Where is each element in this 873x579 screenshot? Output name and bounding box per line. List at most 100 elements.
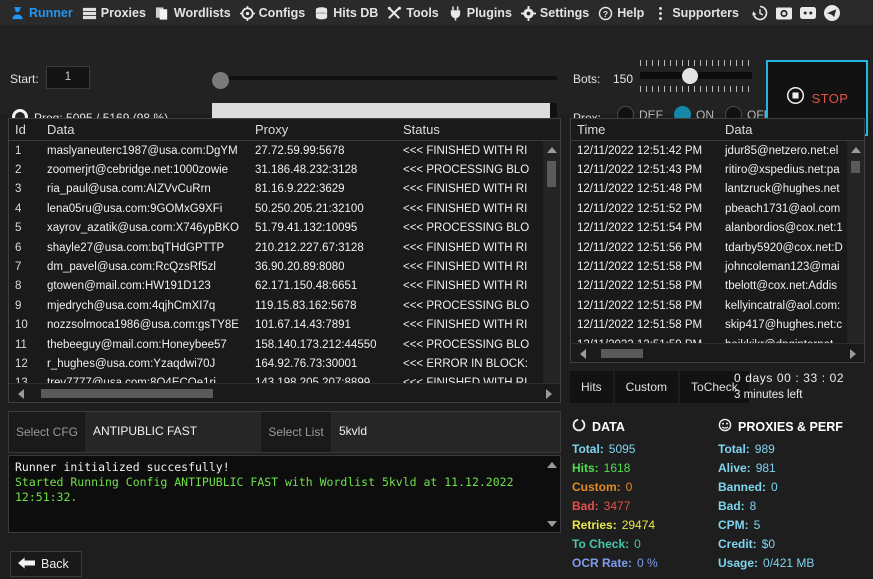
table-row[interactable]: 12/11/2022 12:51:58 PM johncoleman123@mai [571, 257, 864, 276]
table-row[interactable]: 12/11/2022 12:51:43 PM ritiro@xspedius.ne… [571, 160, 864, 179]
telegram-icon[interactable] [822, 4, 841, 23]
menu-item-runner[interactable]: Runner [8, 0, 80, 27]
cell-status: <<< FINISHED WITH RI [403, 241, 528, 254]
menu-item-settings[interactable]: Settings [519, 0, 596, 27]
log-vscrollbar[interactable] [543, 456, 560, 532]
left-table-hscrollbar[interactable] [9, 383, 560, 402]
scroll-right-icon[interactable] [539, 384, 558, 403]
table-row[interactable]: 12/11/2022 12:51:48 PM lantzruck@hughes.n… [571, 180, 864, 199]
log-console[interactable]: Runner initialized succesfully! Started … [8, 455, 561, 533]
cell-data: tbelott@cox.net:Addis [725, 280, 838, 293]
cell-proxy: 27.72.59.99:5678 [255, 144, 345, 157]
right-hscroll-thumb[interactable] [601, 349, 643, 358]
stat-value: 981 [755, 461, 776, 475]
stat-key: Custom: [572, 480, 621, 494]
menu-label-runner: Runner [29, 5, 73, 20]
stat-key: Retries: [572, 518, 617, 532]
discord-icon[interactable] [798, 4, 817, 23]
menu-item-proxies[interactable]: Proxies [80, 0, 153, 27]
cell-status: <<< PROCESSING BLO [403, 164, 530, 177]
stat-key: CPM: [718, 518, 749, 532]
table-row[interactable]: 9 mjedrych@usa.com:4qjhCmXI7q 119.15.83.16… [9, 296, 560, 315]
tab-custom[interactable]: Custom [614, 371, 679, 403]
menu-item-plugins[interactable]: Plugins [446, 0, 519, 27]
menu-item-tools[interactable]: Tools [385, 0, 445, 27]
table-row[interactable]: 8 gtowen@mail.com:HW191D123 62.171.150.48:… [9, 277, 560, 296]
scroll-up-icon[interactable] [543, 456, 560, 473]
cell-status: <<< FINISHED WITH RI [403, 261, 528, 274]
configs-icon [239, 5, 255, 21]
table-row[interactable]: 5 xayrov_azatik@usa.com:X746ypBKO 51.79.41… [9, 219, 560, 238]
table-row[interactable]: 12/11/2022 12:51:42 PM jdur85@netzero.net… [571, 141, 864, 160]
menu-item-help[interactable]: ? Help [596, 0, 651, 27]
cell-data: lantzruck@hughes.net [725, 183, 840, 196]
bots-slider-knob[interactable] [682, 68, 698, 84]
table-row[interactable]: 7 dm_pavel@usa.com:RcQzsRf5zl 36.90.20.89:… [9, 257, 560, 276]
table-row[interactable]: 2 zoomerjrt@cebridge.net:1000zowie 31.186.… [9, 160, 560, 179]
right-table-hscrollbar[interactable] [571, 343, 864, 362]
right-vscroll-thumb[interactable] [851, 161, 860, 173]
left-table-vscrollbar[interactable] [543, 141, 560, 402]
column-header-data[interactable]: Data [41, 122, 249, 137]
right-table-body[interactable]: 12/11/2022 12:51:42 PM jdur85@netzero.net… [571, 141, 864, 362]
cell-id: 4 [15, 202, 22, 215]
table-row[interactable]: 1 maslyaneuterc1987@usa.com:DgYM 27.72.59.… [9, 141, 560, 160]
cell-status: <<< FINISHED WITH RI [403, 183, 528, 196]
stat-row: CPM: 5 [718, 518, 868, 532]
scroll-up-icon[interactable] [543, 141, 560, 158]
scroll-up-icon[interactable] [847, 141, 864, 158]
table-row[interactable]: 4 lena05ru@usa.com:9GOMxG9XFi 50.250.205.2… [9, 199, 560, 218]
menu-item-configs[interactable]: Configs [238, 0, 313, 27]
scroll-right-icon[interactable] [843, 344, 862, 363]
cell-data: shayle27@usa.com:bqTHdGPTTP [47, 241, 225, 254]
column-header-hit-data[interactable]: Data [719, 122, 849, 137]
back-button[interactable]: Back [10, 551, 82, 577]
cell-id: 11 [15, 338, 27, 351]
table-row[interactable]: 12/11/2022 12:51:54 PM alanbordios@cox.ne… [571, 219, 864, 238]
cell-data: ria_paul@usa.com:AIZVvCuRrn [47, 183, 211, 196]
column-header-status[interactable]: Status [397, 122, 547, 137]
select-list-button[interactable]: Select List [261, 412, 331, 452]
menu-item-supporters[interactable]: Supporters [651, 0, 746, 27]
table-row[interactable]: 12/11/2022 12:51:58 PM kellyincatral@aol.… [571, 296, 864, 315]
table-row[interactable]: 12/11/2022 12:51:58 PM skip417@hughes.net… [571, 316, 864, 335]
scroll-down-icon[interactable] [543, 515, 560, 532]
table-row[interactable]: 12/11/2022 12:51:58 PM tbelott@cox.net:Ad… [571, 277, 864, 296]
bots-slider[interactable] [640, 60, 752, 92]
camera-icon[interactable] [774, 4, 793, 23]
table-row[interactable]: 3 ria_paul@usa.com:AIZVvCuRrn 81.16.9.222:… [9, 180, 560, 199]
table-row[interactable]: 12/11/2022 12:51:56 PM tdarby5920@cox.net… [571, 238, 864, 257]
menu-item-wordlists[interactable]: Wordlists [153, 0, 238, 27]
start-slider[interactable] [212, 72, 557, 89]
table-row[interactable]: 10 nozzsolmoca1986@usa.com:gsTY8E 101.67.1… [9, 316, 560, 335]
scroll-left-icon[interactable] [573, 344, 592, 363]
column-header-time[interactable]: Time [571, 122, 719, 137]
column-header-id[interactable]: Id [9, 122, 41, 137]
stat-row: Alive: 981 [718, 461, 868, 475]
cell-data: jdur85@netzero.net:el [725, 144, 839, 157]
table-row[interactable]: 11 thebeeguy@mail.com:Honeybee57 158.140.1… [9, 335, 560, 354]
right-table-vscrollbar[interactable] [847, 141, 864, 362]
log-line: Started Running Config ANTIPUBLIC FAST w… [15, 475, 521, 504]
runner-icon [10, 6, 25, 21]
plugin-icon [448, 5, 463, 21]
menu-item-hits-db[interactable]: Hits DB [312, 0, 385, 27]
table-row[interactable]: 12 r_hughes@usa.com:Yzaqdwi70J 164.92.76.7… [9, 354, 560, 373]
cell-status: <<< FINISHED WITH RI [403, 319, 528, 332]
cell-data: gtowen@mail.com:HW191D123 [47, 280, 211, 293]
column-header-proxy[interactable]: Proxy [249, 122, 397, 137]
cell-status: <<< FINISHED WITH RI [403, 144, 528, 157]
left-hscroll-thumb[interactable] [41, 389, 213, 398]
select-cfg-button[interactable]: Select CFG [9, 412, 85, 452]
table-row[interactable]: 12/11/2022 12:51:52 PM pbeach1731@aol.com [571, 199, 864, 218]
left-table-body[interactable]: 1 maslyaneuterc1987@usa.com:DgYM 27.72.59.… [9, 141, 560, 402]
tab-hits[interactable]: Hits [570, 371, 613, 403]
start-input[interactable]: 1 [46, 66, 90, 89]
database-icon [314, 6, 329, 21]
history-icon[interactable] [750, 4, 769, 23]
cell-time: 12/11/2022 12:51:58 PM [577, 319, 703, 332]
scroll-left-icon[interactable] [11, 384, 30, 403]
table-row[interactable]: 6 shayle27@usa.com:bqTHdGPTTP 210.212.227.… [9, 238, 560, 257]
left-vscroll-thumb[interactable] [547, 161, 556, 187]
start-slider-knob[interactable] [212, 72, 229, 89]
